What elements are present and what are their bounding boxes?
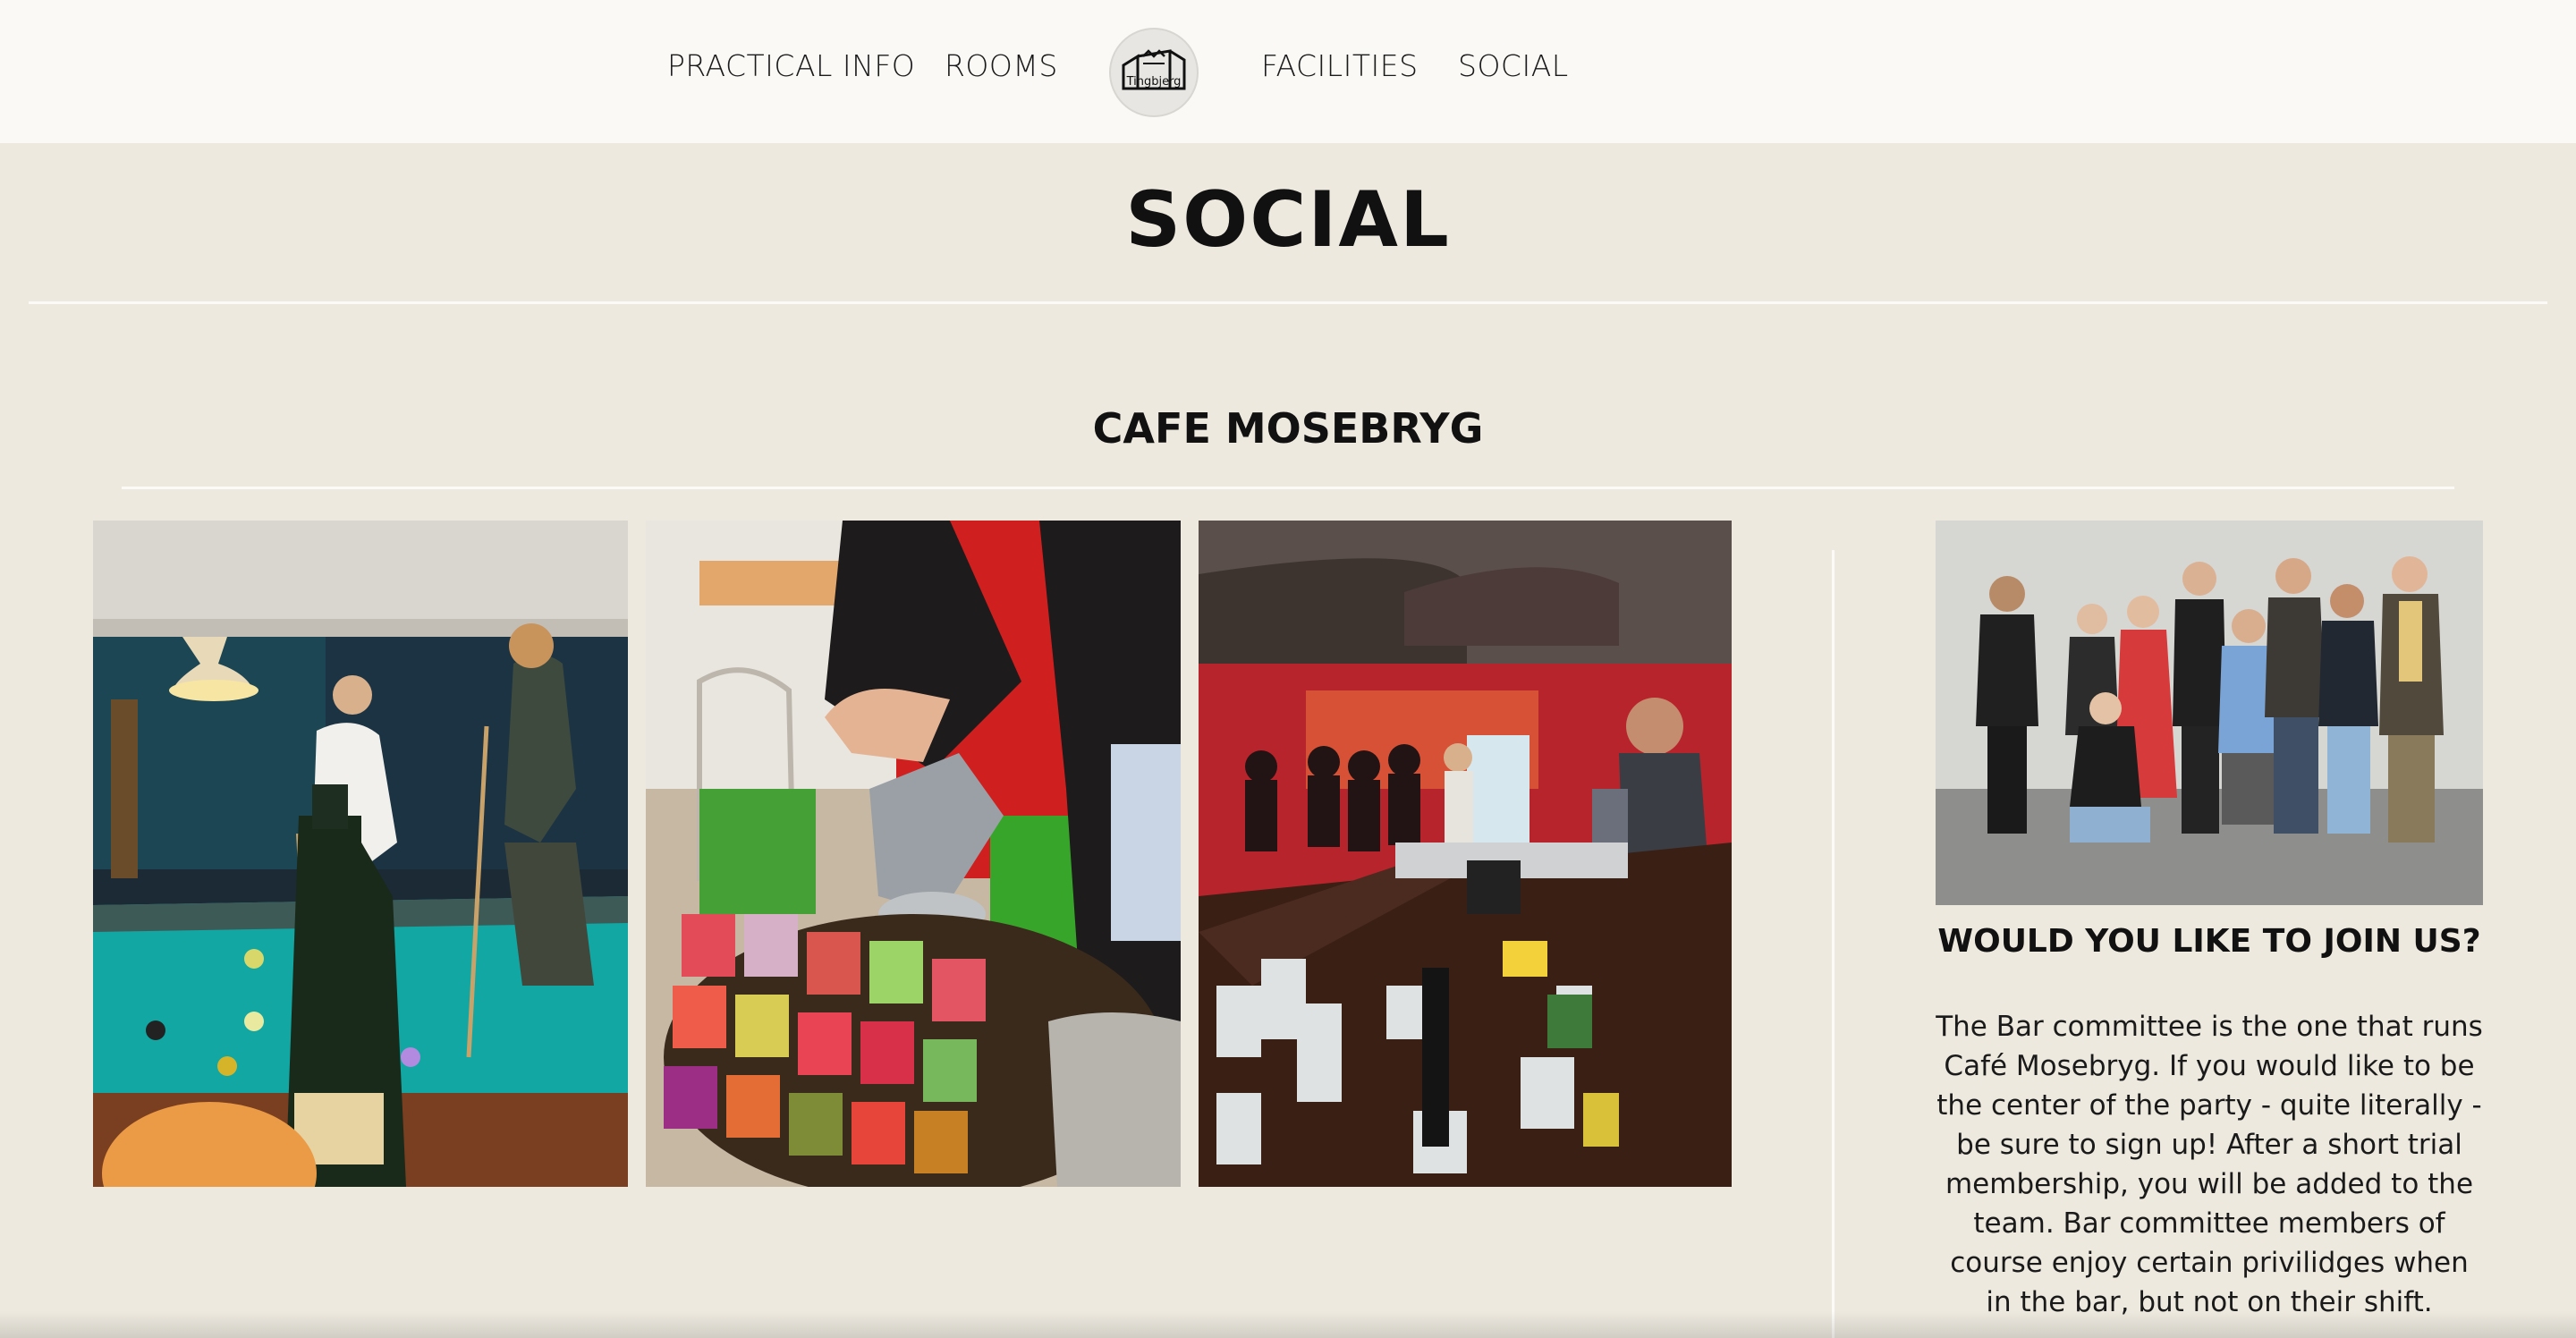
nav-rooms[interactable]: ROOMS <box>945 48 1058 83</box>
nav-facilities[interactable]: FACILITIES <box>1261 48 1419 83</box>
page-title: SOCIAL <box>1125 175 1451 265</box>
top-navigation: PRACTICAL INFO ROOMS Tingbjerg FACILITIE… <box>0 0 2576 143</box>
site-logo[interactable]: Tingbjerg <box>1109 28 1199 117</box>
svg-text:Tingbjerg: Tingbjerg <box>1126 75 1182 89</box>
section-title: CAFE MOSEBRYG <box>1092 404 1484 453</box>
column-divider <box>1832 550 1835 1338</box>
bar-committee-group-photo <box>1936 521 2483 905</box>
section-divider <box>122 487 2454 489</box>
join-us-description: The Bar committee is the one that runs C… <box>1936 1011 2483 1318</box>
bar-photo <box>1199 521 1732 1187</box>
building-logo-icon: Tingbjerg <box>1122 49 1186 90</box>
join-us-title: WOULD YOU LIKE TO JOIN US? <box>1937 923 2481 960</box>
nav-social[interactable]: SOCIAL <box>1458 48 1569 83</box>
nav-practical-info[interactable]: PRACTICAL INFO <box>667 48 915 83</box>
bottom-shadow <box>0 1311 2576 1338</box>
page-title-divider <box>29 301 2547 304</box>
pool-table-photo <box>93 521 628 1187</box>
drinks-photo <box>646 521 1181 1187</box>
